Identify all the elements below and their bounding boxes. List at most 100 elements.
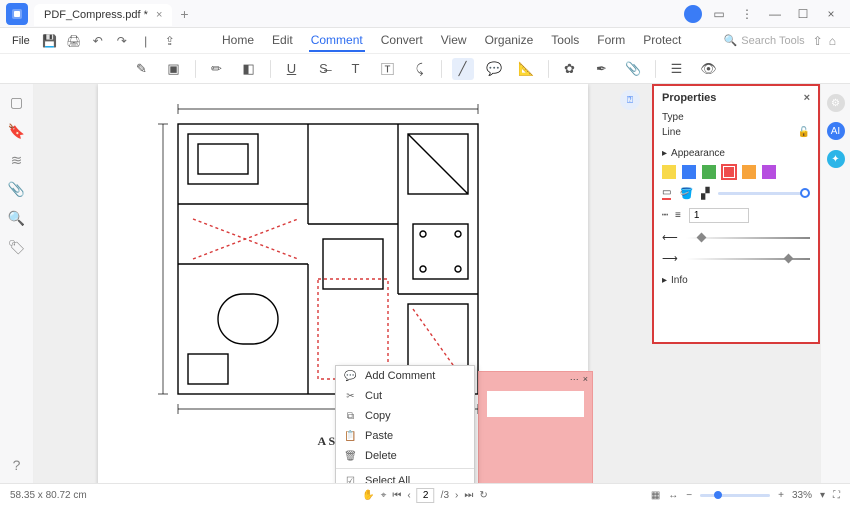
user-avatar-icon[interactable] [684,5,702,23]
page-number-input[interactable] [417,488,435,503]
line-tool-icon[interactable]: ╱ [452,58,474,80]
start-arrow-icon[interactable]: ⟵ [662,231,678,244]
print-icon[interactable]: 🖨 [64,31,84,51]
panel-toggle-icon[interactable]: ⚙ [827,94,845,112]
select-tool-icon[interactable]: ⌖ [381,490,387,501]
panel-toggle-icon[interactable]: ▭ [708,3,730,25]
help-icon[interactable]: ? [13,457,21,473]
zoom-out-icon[interactable]: − [686,490,692,501]
search-tools[interactable]: 🔍 Search Tools [724,34,813,47]
pencil-tool-icon[interactable]: ✏ [206,58,228,80]
tab-close-icon[interactable]: × [156,9,162,21]
start-size-slider[interactable] [686,237,810,239]
tab-view[interactable]: View [439,30,469,52]
share-icon[interactable]: ⇪ [160,31,180,51]
thumbnails-icon[interactable]: ▢ [10,94,23,111]
window-maximize-button[interactable]: ☐ [792,3,814,25]
fullscreen-icon[interactable]: ⛶ [833,490,840,501]
line-style-icon[interactable]: ┉ [662,210,667,221]
hand-tool-icon[interactable]: ✋ [362,490,374,501]
reflow-icon[interactable]: ↻ [479,490,487,501]
upload-icon[interactable]: ⇧ [813,34,823,48]
ai-assistant-badge[interactable]: ⍰ [620,90,640,110]
ctx-copy[interactable]: ⧉Copy [336,406,474,426]
tab-form[interactable]: Form [595,30,627,52]
tab-home[interactable]: Home [220,30,256,52]
eraser-tool-icon[interactable]: ◧ [238,58,260,80]
stroke-color-icon[interactable]: ▭ [662,187,671,200]
prop-swatch-red[interactable] [722,165,736,179]
underline-tool-icon[interactable]: U [281,58,303,80]
info-section[interactable]: ▸ Info [662,275,810,286]
prop-swatch-purple[interactable] [762,165,776,179]
tab-organize[interactable]: Organize [483,30,536,52]
window-close-button[interactable]: × [820,3,842,25]
end-size-slider[interactable] [686,258,810,260]
area-highlight-icon[interactable]: ▣ [163,58,185,80]
tab-edit[interactable]: Edit [270,30,295,52]
note-tool-icon[interactable]: 💬 [484,58,506,80]
highlight-tool-icon[interactable]: ✎ [131,58,153,80]
ctx-add-comment[interactable]: 💬Add Comment [336,366,474,386]
ai-tool-2-icon[interactable]: ✦ [827,150,845,168]
appearance-section[interactable]: ▸ Appearance [662,148,810,159]
search-panel-icon[interactable]: 🔍 [8,210,25,227]
ctx-delete[interactable]: 🗑Delete [336,446,474,466]
redo-icon[interactable]: ↷ [112,31,132,51]
sticky-menu-icon[interactable]: ⋯ [570,374,579,385]
zoom-dropdown-icon[interactable]: ▾ [820,490,825,501]
opacity-slider[interactable] [718,192,810,195]
sticky-textarea[interactable] [487,391,584,417]
next-page-icon[interactable]: › [455,490,458,501]
first-page-icon[interactable]: ⏮ [392,490,401,501]
home-icon[interactable]: ⌂ [829,34,836,48]
ctx-paste[interactable]: 📋Paste [336,426,474,446]
textbox-tool-icon[interactable]: 🅃 [377,58,399,80]
fill-color-icon[interactable]: 🪣 [679,187,693,200]
fit-width-icon[interactable]: ↔ [668,490,678,501]
stamp-tool-icon[interactable]: ✿ [559,58,581,80]
window-minimize-button[interactable]: — [764,3,786,25]
new-tab-button[interactable]: + [180,6,188,22]
strikethrough-tool-icon[interactable]: S̶ [313,58,335,80]
prop-swatch-green[interactable] [702,165,716,179]
thickness-input[interactable] [689,208,749,223]
end-arrow-icon[interactable]: ⟶ [662,252,678,265]
last-page-icon[interactable]: ⏭ [464,490,473,501]
ctx-cut[interactable]: ✂Cut [336,386,474,406]
signature-tool-icon[interactable]: ✒ [591,58,613,80]
zoom-slider[interactable] [700,494,770,497]
undo-icon[interactable]: ↶ [88,31,108,51]
view-mode-icon[interactable]: ▦ [651,490,660,501]
callout-tool-icon[interactable]: ⤹ [409,58,431,80]
tab-comment[interactable]: Comment [309,30,365,52]
sticky-close-icon[interactable]: × [583,374,588,384]
measure-tool-icon[interactable]: 📐 [516,58,538,80]
prop-swatch-blue[interactable] [682,165,696,179]
thickness-icon[interactable]: ≡ [675,210,681,221]
attachments-icon[interactable]: 📎 [8,181,25,198]
hide-comments-icon[interactable]: 👁 [698,58,720,80]
document-viewport[interactable]: ⍰ [34,84,850,483]
properties-close-icon[interactable]: × [804,92,810,104]
file-menu-button[interactable]: File [6,33,36,49]
layers-icon[interactable]: ≋ [11,152,23,169]
save-icon[interactable]: 💾 [40,31,60,51]
prev-page-icon[interactable]: ‹ [407,490,410,501]
comments-list-icon[interactable]: ☰ [666,58,688,80]
bookmarks-icon[interactable]: 🔖 [8,123,25,140]
tab-protect[interactable]: Protect [641,30,683,52]
prop-swatch-yellow[interactable] [662,165,676,179]
attachment-tool-icon[interactable]: 📎 [623,58,645,80]
tab-tools[interactable]: Tools [549,30,581,52]
document-tab[interactable]: PDF_Compress.pdf * × [34,4,172,26]
pattern-icon[interactable]: ▞ [701,187,709,200]
zoom-in-icon[interactable]: + [778,490,784,501]
sticky-note[interactable]: ⋯ × [478,371,593,483]
ai-tool-1-icon[interactable]: AI [827,122,845,140]
lock-icon[interactable]: 🔓 [798,127,810,138]
more-menu-icon[interactable]: ⋮ [736,3,758,25]
tab-convert[interactable]: Convert [379,30,425,52]
tags-icon[interactable]: 🏷 [8,239,26,256]
ctx-select-all[interactable]: ☑Select All [336,471,474,483]
